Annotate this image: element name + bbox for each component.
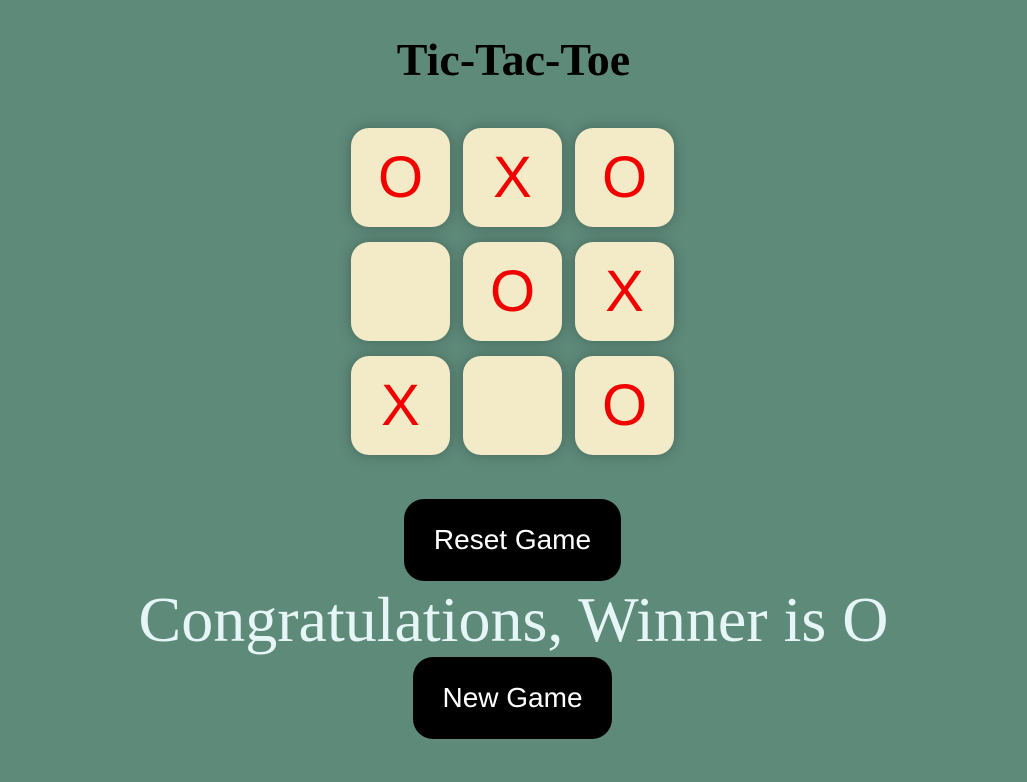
board-cell-3[interactable]: O: [575, 128, 674, 227]
game-board: O X O O X X O: [351, 128, 675, 456]
board-cell-5[interactable]: O: [463, 242, 562, 341]
board-cell-2[interactable]: X: [463, 128, 562, 227]
new-game-button[interactable]: New Game: [413, 657, 612, 739]
board-cell-6[interactable]: X: [575, 242, 674, 341]
winner-message: Congratulations, Winner is O: [138, 584, 889, 655]
board-cell-4[interactable]: [351, 242, 450, 341]
game-title: Tic-Tac-Toe: [396, 34, 631, 85]
board-cell-9[interactable]: O: [575, 356, 674, 455]
board-cell-7[interactable]: X: [351, 356, 450, 455]
board-cell-1[interactable]: O: [351, 128, 450, 227]
board-cell-8[interactable]: [463, 356, 562, 455]
reset-game-button[interactable]: Reset Game: [404, 499, 621, 581]
